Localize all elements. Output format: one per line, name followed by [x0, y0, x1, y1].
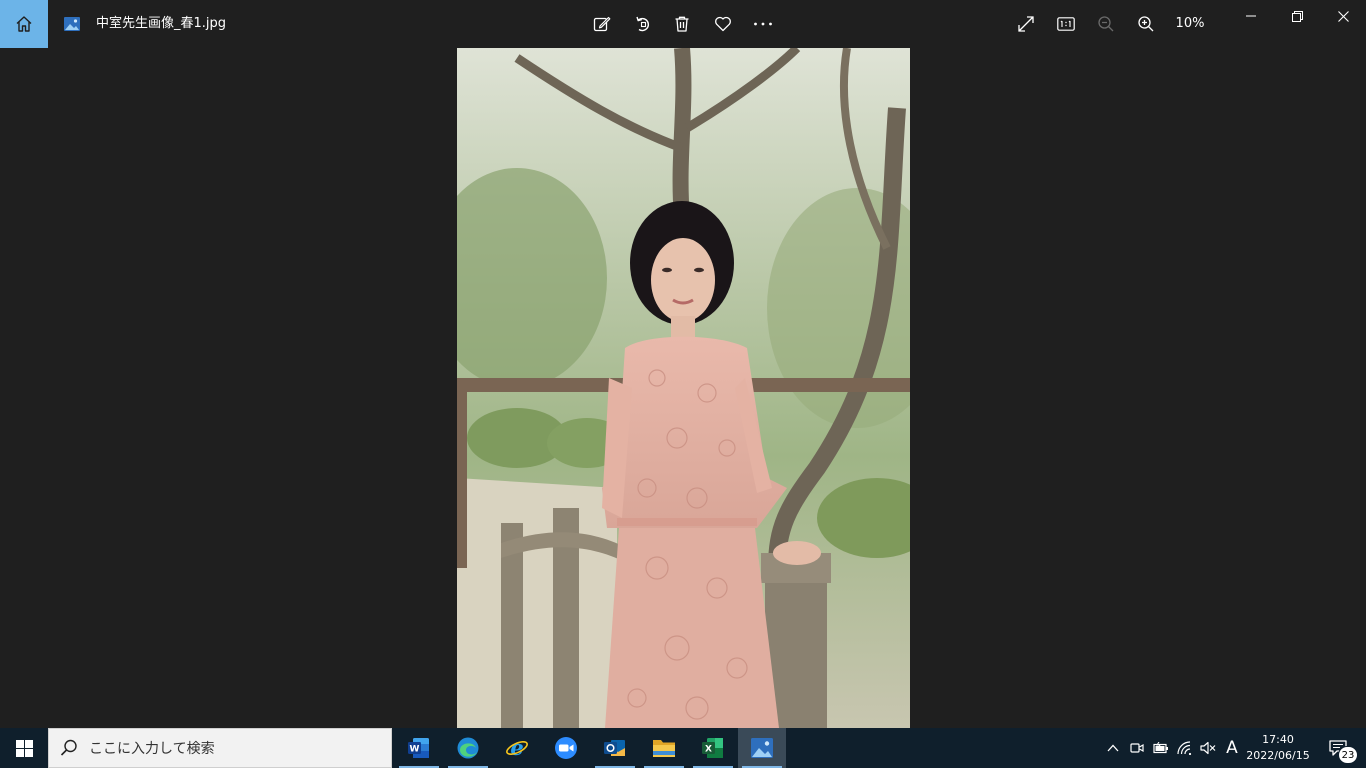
zoom-level[interactable]: 10%	[1168, 0, 1212, 48]
fullscreen-button[interactable]	[1006, 4, 1046, 44]
speaker-muted-icon	[1200, 741, 1216, 755]
windows-logo-icon	[15, 739, 33, 757]
expand-icon	[1018, 16, 1034, 32]
rotate-button[interactable]	[623, 4, 663, 44]
home-icon	[16, 16, 32, 32]
taskbar: ここに入力して検索 W e X A 17:40 2022/06/15 23	[0, 728, 1366, 768]
favorite-button[interactable]	[703, 4, 743, 44]
internet-explorer-icon: e	[506, 736, 528, 760]
close-icon	[1337, 10, 1349, 22]
action-center-button[interactable]: 23	[1316, 728, 1360, 768]
home-button[interactable]	[0, 0, 48, 48]
word-icon: W	[408, 738, 429, 758]
edge-icon	[457, 737, 479, 759]
zoom-out-button[interactable]	[1086, 4, 1126, 44]
taskbar-clock[interactable]: 17:40 2022/06/15	[1244, 728, 1312, 768]
svg-text:e: e	[510, 736, 523, 760]
zoom-in-button[interactable]	[1126, 4, 1166, 44]
photos-app-icon	[64, 17, 80, 31]
taskbar-search-box[interactable]: ここに入力して検索	[48, 728, 392, 768]
wifi-icon	[1177, 741, 1192, 755]
more-options-button[interactable]	[743, 4, 783, 44]
search-icon	[60, 739, 77, 756]
rotate-icon	[636, 16, 650, 32]
trash-icon	[675, 16, 689, 32]
show-hidden-icons-button[interactable]	[1102, 728, 1124, 768]
clock-date: 2022/06/15	[1246, 749, 1310, 762]
actual-size-icon	[1057, 17, 1075, 31]
zoom-out-icon	[1098, 16, 1114, 32]
camera-icon	[1130, 743, 1144, 753]
taskbar-app-word[interactable]: W	[395, 728, 443, 768]
meet-now-button[interactable]	[1126, 728, 1148, 768]
taskbar-app-zoom[interactable]	[542, 728, 590, 768]
zoom-video-icon	[555, 737, 577, 759]
volume-button[interactable]	[1197, 728, 1219, 768]
edit-image-icon	[593, 16, 611, 32]
folder-icon	[653, 740, 675, 757]
portrait-photo	[457, 48, 910, 728]
excel-icon: X	[702, 738, 723, 758]
heart-icon	[715, 16, 731, 32]
svg-text:W: W	[410, 745, 420, 755]
start-button[interactable]	[0, 728, 48, 768]
chevron-up-icon	[1107, 744, 1119, 752]
zoom-in-icon	[1138, 16, 1154, 32]
taskbar-app-photos[interactable]	[738, 728, 786, 768]
notification-count-badge: 23	[1338, 746, 1358, 764]
battery-charging-icon	[1153, 742, 1168, 754]
taskbar-app-outlook[interactable]	[591, 728, 639, 768]
battery-button[interactable]	[1150, 728, 1172, 768]
title-bar: 中室先生画像_春1.jpg 10%	[0, 0, 1366, 48]
minimize-button[interactable]	[1228, 0, 1274, 32]
taskbar-app-excel[interactable]: X	[689, 728, 737, 768]
ime-mode-indicator[interactable]: A	[1220, 728, 1244, 768]
restore-icon	[1291, 10, 1303, 22]
photos-icon	[751, 738, 773, 758]
clock-time: 17:40	[1262, 733, 1294, 746]
taskbar-app-file-explorer[interactable]	[640, 728, 688, 768]
taskbar-app-edge[interactable]	[444, 728, 492, 768]
delete-button[interactable]	[662, 4, 702, 44]
actual-size-button[interactable]	[1046, 4, 1086, 44]
restore-button[interactable]	[1274, 0, 1320, 32]
edit-button[interactable]	[582, 4, 622, 44]
outlook-icon	[604, 740, 625, 756]
search-placeholder: ここに入力して検索	[89, 741, 215, 757]
network-button[interactable]	[1174, 728, 1196, 768]
more-dots-icon	[754, 22, 772, 26]
taskbar-app-internet-explorer[interactable]: e	[493, 728, 541, 768]
close-button[interactable]	[1320, 0, 1366, 32]
svg-text:X: X	[705, 745, 712, 755]
minimize-icon	[1246, 15, 1256, 17]
photo-viewer-image[interactable]	[457, 48, 910, 728]
file-name: 中室先生画像_春1.jpg	[96, 16, 227, 31]
